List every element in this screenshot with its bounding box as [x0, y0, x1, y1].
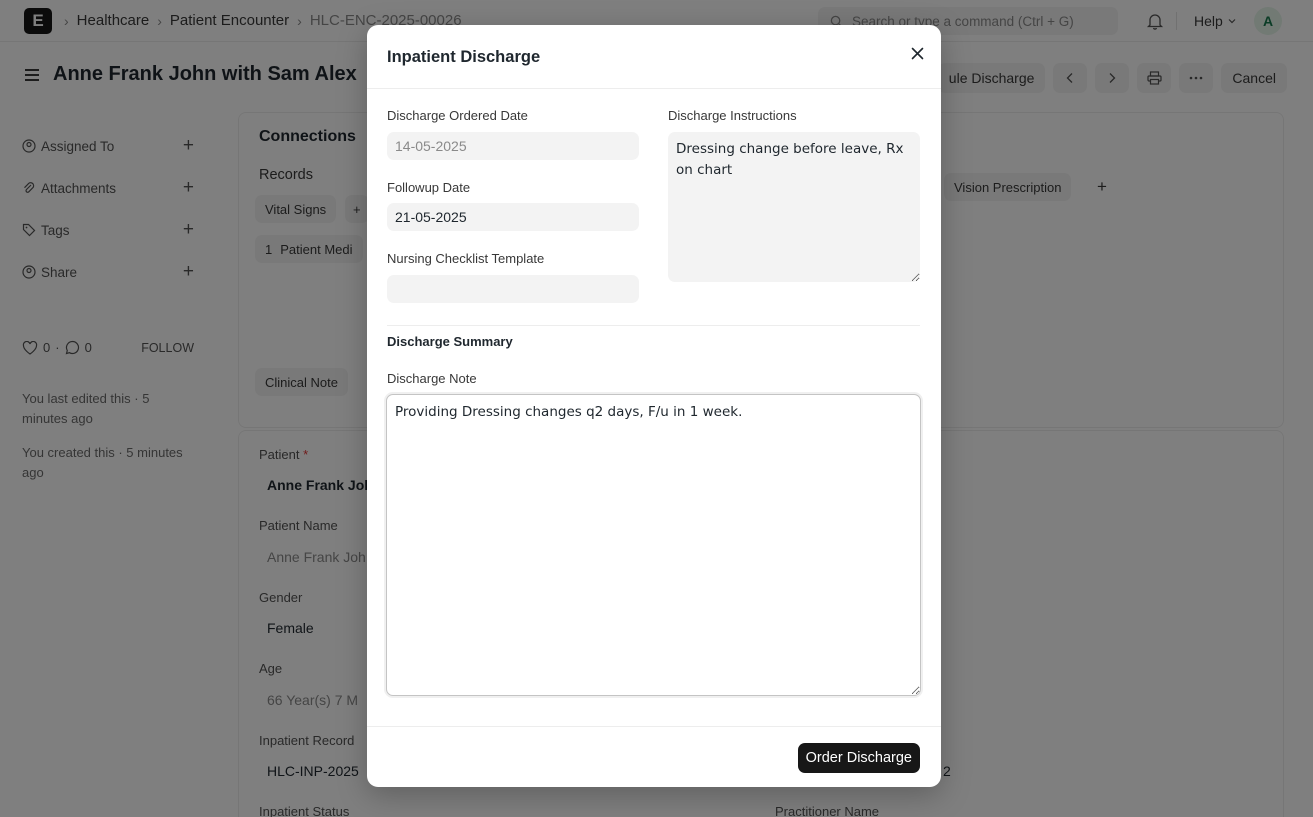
close-button[interactable]: [905, 41, 929, 65]
modal-footer: Order Discharge: [367, 726, 941, 787]
discharge-instructions-textarea[interactable]: Dressing change before leave, Rx on char…: [668, 132, 920, 282]
order-discharge-button[interactable]: Order Discharge: [797, 743, 920, 773]
discharge-ordered-date-input[interactable]: [387, 132, 639, 160]
section-divider: [387, 325, 920, 326]
followup-date-label: Followup Date: [387, 180, 471, 195]
modal-header: Inpatient Discharge: [367, 25, 941, 89]
discharge-summary-title: Discharge Summary: [387, 334, 513, 349]
nursing-checklist-template-label: Nursing Checklist Template: [387, 251, 545, 266]
discharge-ordered-date-label: Discharge Ordered Date: [387, 108, 528, 123]
discharge-note-label: Discharge Note: [387, 371, 477, 386]
discharge-note-textarea[interactable]: Providing Dressing changes q2 days, F/u …: [386, 394, 921, 696]
modal-title: Inpatient Discharge: [387, 48, 541, 66]
inpatient-discharge-dialog: Inpatient Discharge Discharge Ordered Da…: [367, 25, 941, 787]
close-icon: [911, 47, 923, 59]
followup-date-input[interactable]: [387, 203, 639, 231]
discharge-instructions-label: Discharge Instructions: [668, 108, 797, 123]
nursing-checklist-template-input[interactable]: [387, 275, 639, 303]
